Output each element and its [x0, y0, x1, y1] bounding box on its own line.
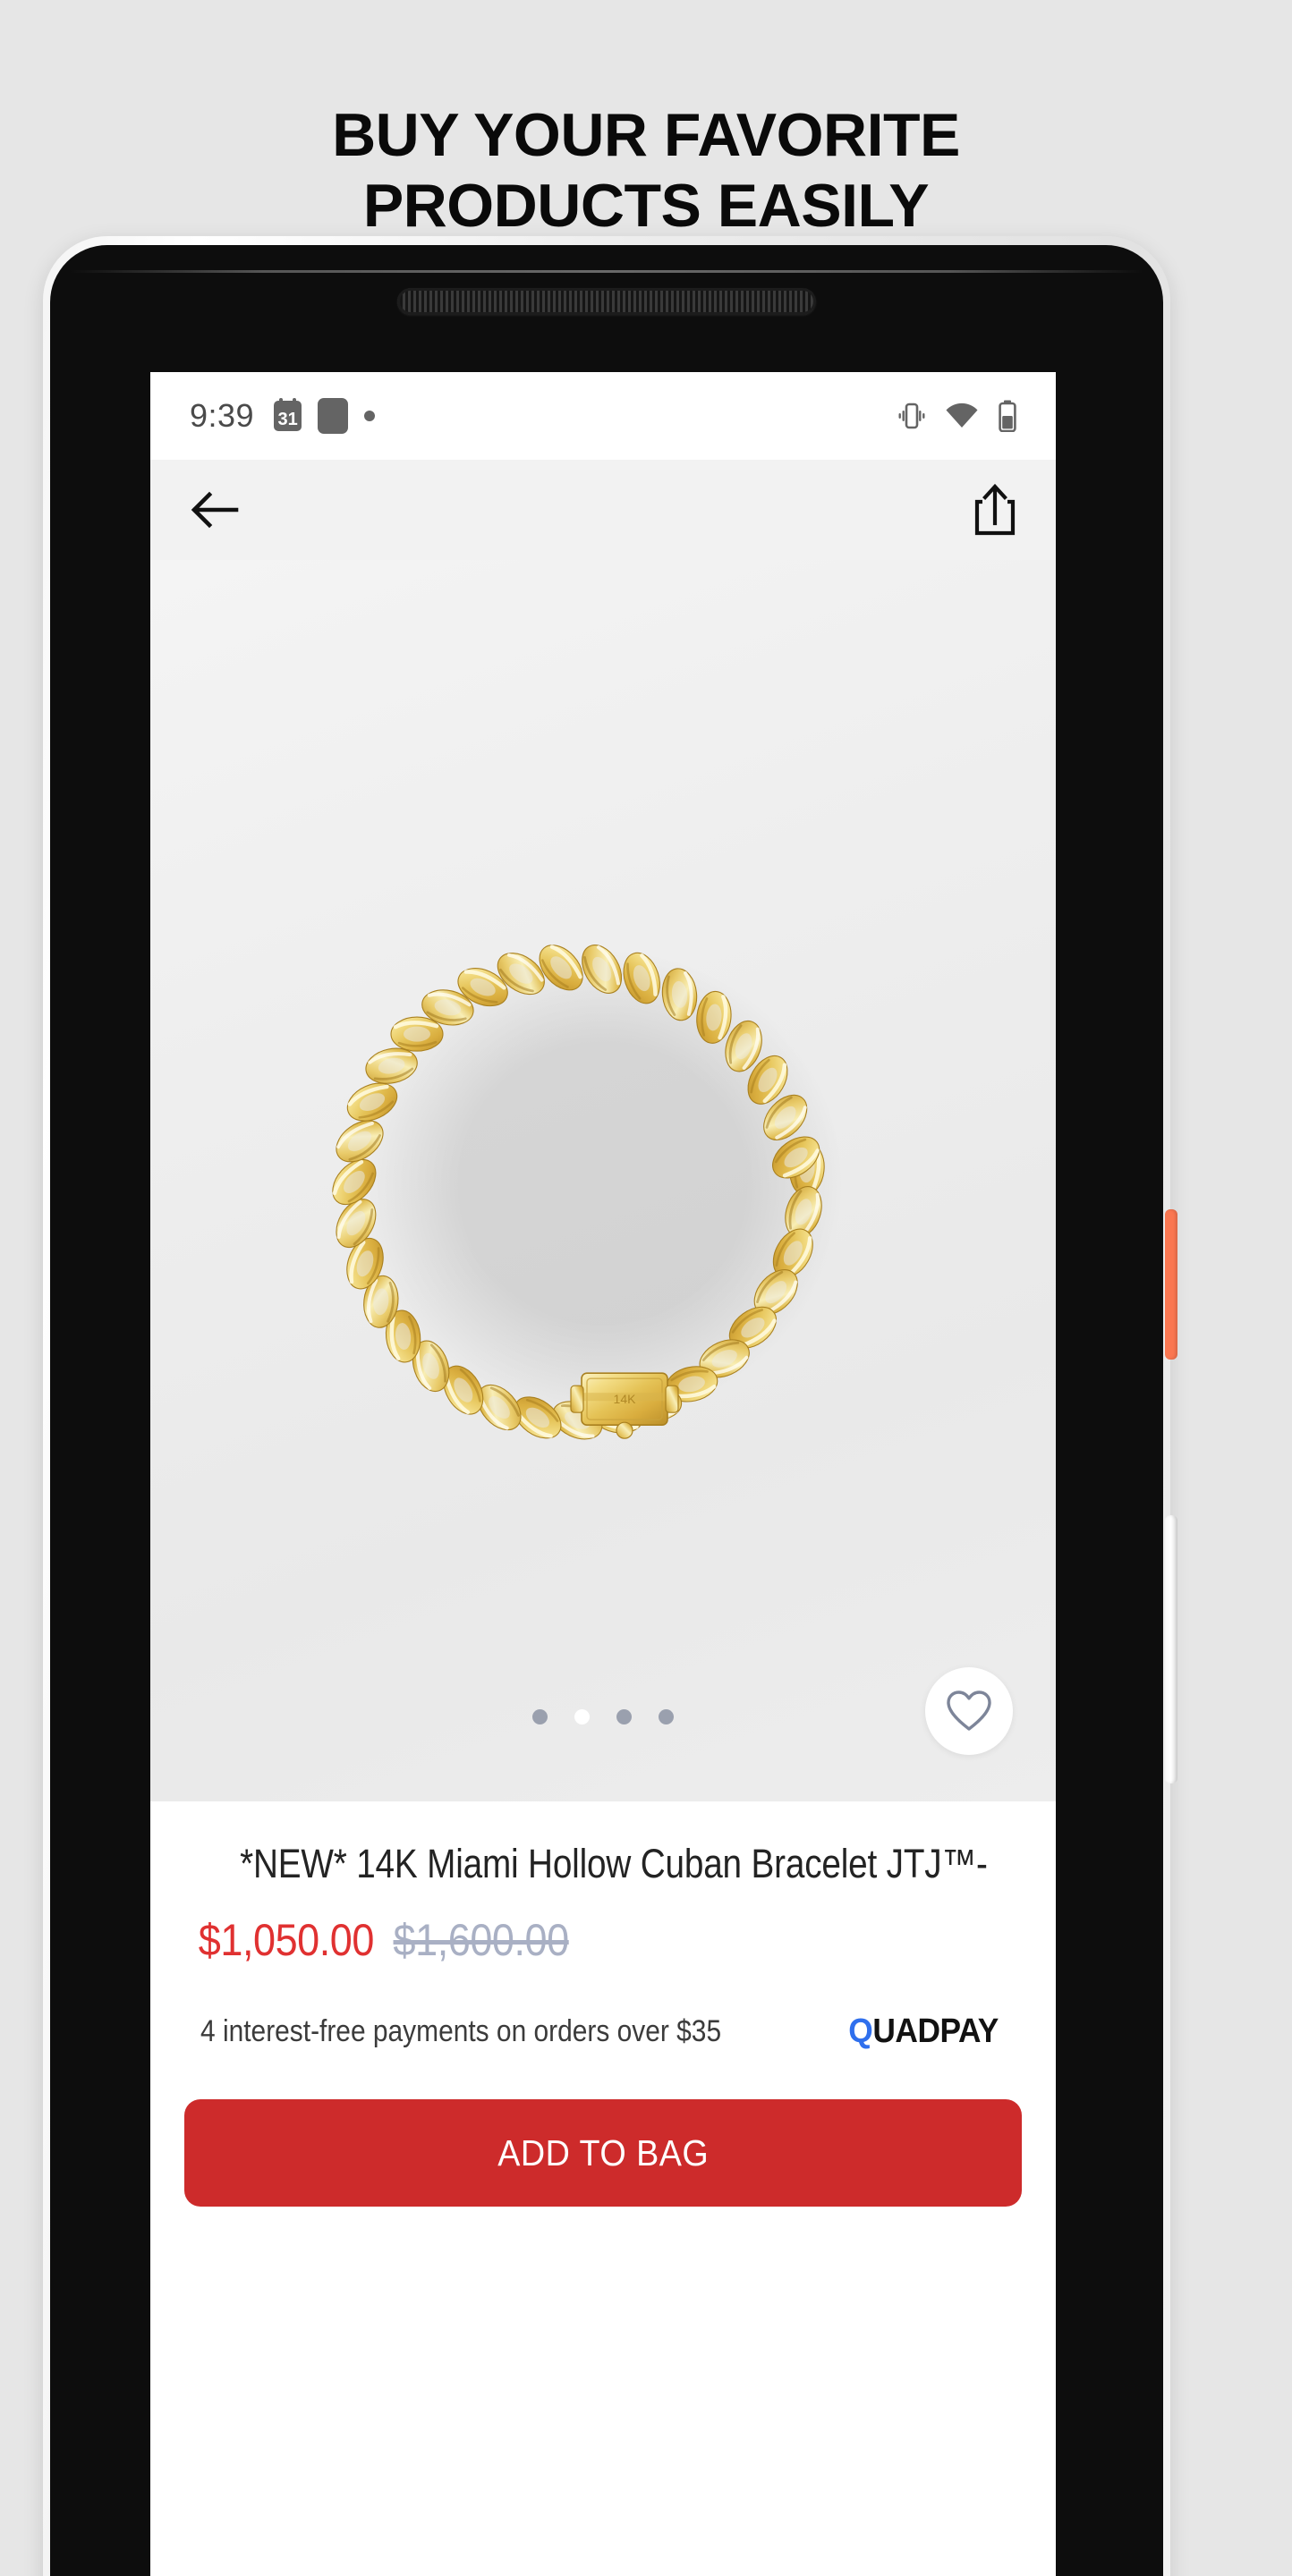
product-title: *NEW* 14K Miami Hollow Cuban Bracelet JT… [240, 1841, 988, 1886]
vibrate-icon [898, 402, 925, 429]
promo-headline-line-2: PRODUCTS EASILY [362, 171, 930, 240]
product-photo: 14K [317, 883, 889, 1455]
gallery-dot[interactable] [659, 1709, 674, 1724]
clasp-stamp: 14K [614, 1392, 637, 1406]
gallery-dot[interactable] [616, 1709, 632, 1724]
phone-screen: 9:39 31 14K *NEW* 14K Miami Hollow Cuban… [150, 372, 1056, 2576]
status-bar-clock: 9:39 [190, 397, 255, 434]
status-bar-notification-icons: 31 [274, 398, 376, 434]
product-gallery[interactable]: 14K [150, 560, 1056, 1801]
volume-rocker-button[interactable] [1165, 1515, 1177, 1784]
financing-row[interactable]: 4 interest-free payments on orders over … [181, 2012, 1025, 2051]
share-icon[interactable] [973, 484, 1016, 536]
gallery-dots[interactable] [532, 1709, 674, 1724]
square-notification-icon [318, 398, 349, 434]
battery-icon [999, 400, 1016, 432]
favorite-button[interactable] [925, 1667, 1013, 1755]
add-to-bag-button[interactable]: ADD TO BAG [184, 2099, 1022, 2207]
quadpay-logo-rest: UADPAY [872, 2012, 999, 2050]
promo-headline-line-1: BUY YOUR FAVORITE [332, 101, 960, 169]
status-bar-system-icons [898, 399, 1016, 433]
earpiece-speaker-icon [397, 288, 816, 315]
quadpay-logo-q: Q [848, 2012, 873, 2050]
gallery-dot[interactable] [532, 1709, 548, 1724]
quadpay-logo[interactable]: Q UADPAY [848, 2012, 999, 2051]
status-bar: 9:39 31 [150, 372, 1056, 460]
calendar-icon: 31 [274, 398, 302, 431]
back-arrow-icon[interactable] [190, 487, 242, 532]
price-row: $1,050.00 $1,600.00 [181, 1914, 941, 1966]
wifi-icon [946, 402, 978, 428]
promo-headline: BUY YOUR FAVORITE PRODUCTS EASILY [0, 100, 1292, 242]
heart-icon [947, 1690, 991, 1731]
power-button[interactable] [1165, 1209, 1177, 1360]
original-price: $1,600.00 [393, 1915, 570, 1965]
sale-price: $1,050.00 [198, 1915, 375, 1965]
app-nav-bar [150, 460, 1056, 560]
phone-mockup: 9:39 31 14K *NEW* 14K Miami Hollow Cuban… [43, 236, 1211, 2576]
add-to-bag-label: ADD TO BAG [497, 2131, 709, 2174]
product-info: *NEW* 14K Miami Hollow Cuban Bracelet JT… [150, 1841, 1056, 2207]
cuban-bracelet-illustration: 14K [317, 883, 843, 1455]
dot-notification-icon [364, 411, 376, 421]
gallery-dot-active[interactable] [574, 1709, 590, 1724]
financing-text: 4 interest-free payments on orders over … [200, 2014, 722, 2048]
